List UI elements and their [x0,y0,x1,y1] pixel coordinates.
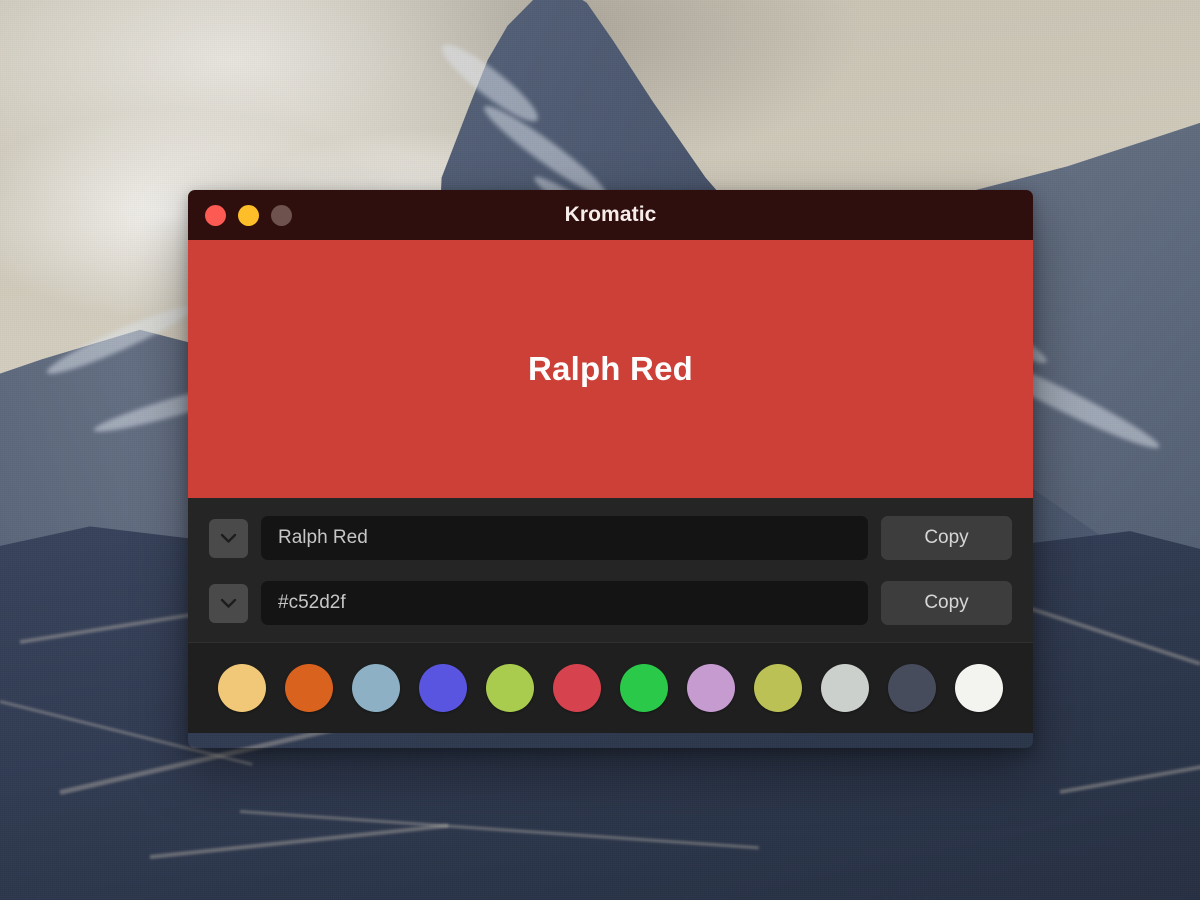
chevron-down-icon [220,533,237,543]
desktop-wallpaper: Kromatic Ralph Red Copy [0,0,1200,900]
window-titlebar[interactable]: Kromatic [188,190,1033,240]
copy-color-name-button[interactable]: Copy [881,516,1012,560]
chevron-down-icon [220,598,237,608]
minimize-window-button[interactable] [238,204,259,226]
color-name-row: Copy [209,515,1012,561]
color-preview-panel: Ralph Red [188,240,1033,498]
palette-swatch-wrapper [209,664,276,712]
traffic-light-group [188,204,292,226]
palette-swatch-light-gray[interactable] [820,664,869,712]
color-hex-row: Copy [209,580,1012,626]
color-hex-dropdown-button[interactable] [209,583,248,623]
palette-swatch-indigo[interactable] [419,664,468,712]
palette-swatch-steel-blue[interactable] [352,664,401,712]
palette-swatch-yellow-green[interactable] [486,664,535,712]
palette-swatch-green[interactable] [619,664,668,712]
color-fields-section: Copy Copy [188,498,1033,643]
palette-swatch-amber[interactable] [218,664,267,712]
copy-color-hex-button[interactable]: Copy [881,581,1012,625]
palette-swatch-wrapper [945,664,1012,712]
palette-swatch-wrapper [544,664,611,712]
palette-swatch-slate[interactable] [887,664,936,712]
color-name-dropdown-button[interactable] [209,518,248,558]
palette-swatch-wrapper [477,664,544,712]
palette-swatch-olive[interactable] [753,664,802,712]
palette-swatch-wrapper [677,664,744,712]
color-name-input[interactable] [261,516,868,560]
close-window-button[interactable] [205,204,226,226]
palette-swatch-wrapper [878,664,945,712]
palette-swatch-wrapper [744,664,811,712]
palette-swatch-wrapper [811,664,878,712]
palette-swatch-crimson[interactable] [553,664,602,712]
window-title: Kromatic [564,203,657,226]
palette-swatch-orchid[interactable] [686,664,735,712]
palette-swatch-white[interactable] [954,664,1003,712]
color-hex-input[interactable] [261,581,868,625]
palette-strip [188,643,1033,733]
color-preview-label: Ralph Red [528,350,693,387]
zoom-window-button[interactable] [271,204,292,226]
palette-swatch-wrapper [276,664,343,712]
palette-swatch-wrapper [410,664,477,712]
palette-swatch-wrapper [611,664,678,712]
palette-swatch-wrapper [343,664,410,712]
palette-swatch-orange[interactable] [285,664,334,712]
kromatic-window[interactable]: Kromatic Ralph Red Copy [188,190,1033,748]
